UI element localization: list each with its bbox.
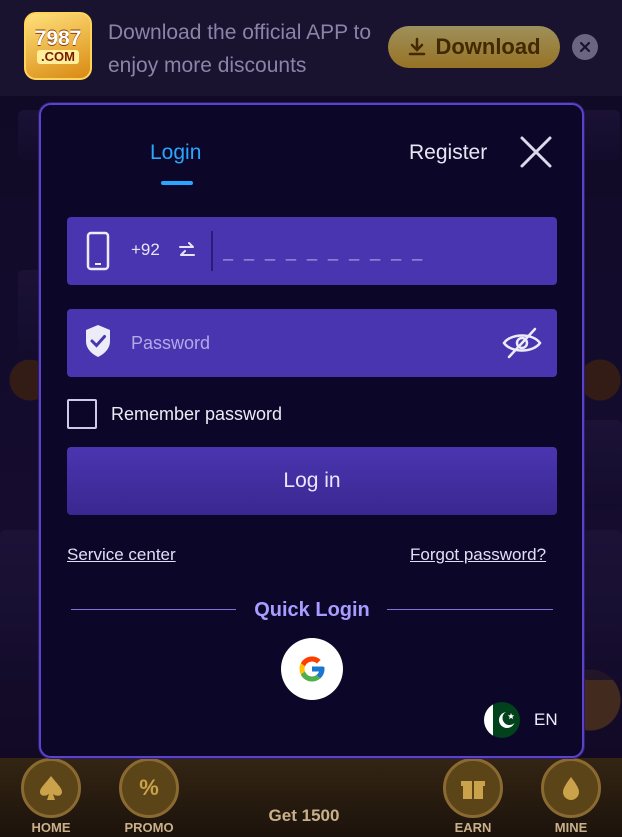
- remember-password-label[interactable]: Remember password: [111, 404, 282, 425]
- tab-login-indicator: [161, 181, 193, 185]
- password-input[interactable]: [131, 325, 491, 361]
- quick-login-divider-right: [387, 609, 553, 610]
- modal-close-button[interactable]: [519, 135, 553, 169]
- google-icon: [299, 656, 325, 682]
- logo-number: 7987: [34, 27, 82, 50]
- nav-center-label[interactable]: Get 1500: [244, 806, 364, 826]
- remember-password-checkbox[interactable]: [67, 399, 97, 429]
- banner-text: Download the official APP to enjoy more …: [108, 21, 372, 77]
- close-icon: [520, 136, 552, 168]
- nav-home[interactable]: HOME: [6, 758, 96, 837]
- language-label: EN: [534, 710, 558, 729]
- shield-icon: [86, 325, 110, 357]
- user-drop-icon: [541, 758, 601, 818]
- nav-mine[interactable]: MINE: [526, 758, 616, 837]
- logo-domain: .COM: [37, 50, 79, 64]
- country-code-selector[interactable]: +92: [131, 240, 160, 260]
- language-selector[interactable]: EN: [484, 701, 558, 739]
- quick-login-divider-left: [71, 609, 236, 610]
- banner-close-button[interactable]: [572, 34, 598, 60]
- login-button[interactable]: Log in: [67, 447, 557, 515]
- quick-login-title: Quick Login: [254, 599, 370, 621]
- nav-promo[interactable]: % PROMO: [104, 758, 194, 837]
- spade-icon: [21, 758, 81, 818]
- tab-login[interactable]: Login: [150, 141, 201, 165]
- nav-earn-label: EARN: [454, 820, 492, 835]
- google-login-button[interactable]: [281, 638, 343, 700]
- phone-icon: [86, 231, 110, 271]
- download-button[interactable]: Download: [388, 26, 560, 68]
- swap-arrows-icon[interactable]: [177, 241, 197, 261]
- eye-slash-icon[interactable]: [501, 325, 543, 361]
- service-center-link[interactable]: Service center: [67, 545, 176, 565]
- phone-field: +92: [67, 217, 557, 285]
- download-banner: 7987 .COM Download the official APP to e…: [0, 0, 622, 96]
- gift-icon: [443, 758, 503, 818]
- forgot-password-link[interactable]: Forgot password?: [410, 545, 546, 565]
- pakistan-flag-icon: [484, 702, 520, 738]
- close-icon: [579, 41, 591, 53]
- nav-promo-label: PROMO: [124, 820, 174, 835]
- download-icon: [409, 37, 426, 56]
- phone-input[interactable]: [223, 233, 543, 269]
- app-logo: 7987 .COM: [24, 12, 92, 80]
- nav-home-label: HOME: [31, 820, 71, 835]
- nav-earn[interactable]: EARN: [428, 758, 518, 837]
- login-modal: Login Register +92 Re: [39, 103, 584, 758]
- percent-tag-icon: %: [119, 758, 179, 818]
- download-label: Download: [435, 34, 541, 59]
- login-button-label: Log in: [283, 469, 341, 492]
- field-divider: [211, 231, 213, 271]
- password-field: [67, 309, 557, 377]
- nav-mine-label: MINE: [554, 820, 588, 835]
- tab-register[interactable]: Register: [409, 141, 487, 165]
- remember-password-row[interactable]: Remember password: [67, 399, 282, 429]
